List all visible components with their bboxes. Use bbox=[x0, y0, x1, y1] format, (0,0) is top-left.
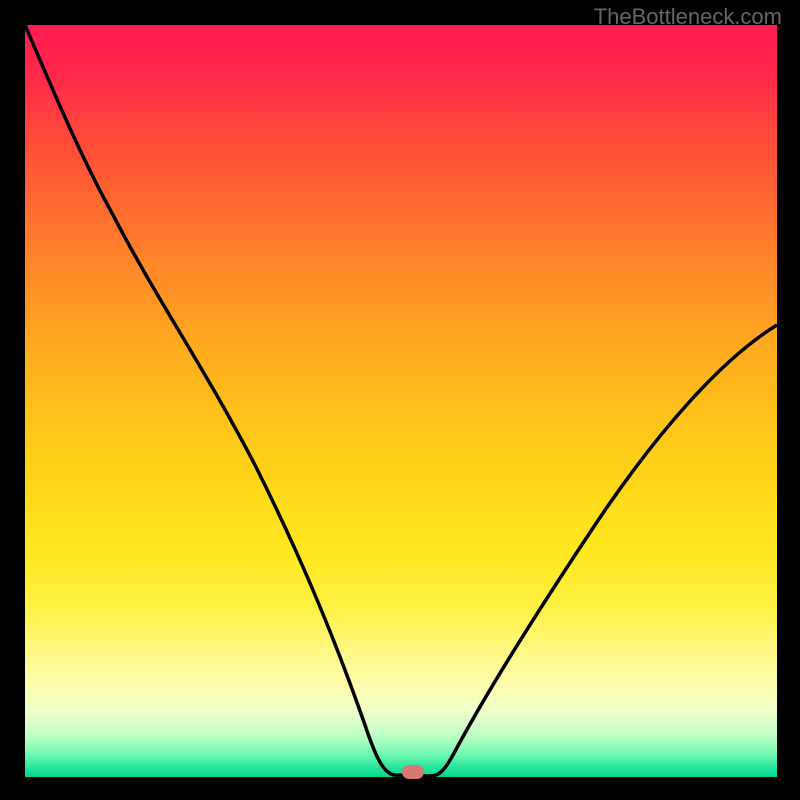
watermark-text: TheBottleneck.com bbox=[594, 4, 782, 30]
bottleneck-curve bbox=[25, 25, 777, 776]
optimal-point-marker bbox=[402, 765, 424, 779]
plot-area bbox=[25, 25, 777, 777]
chart-container: TheBottleneck.com bbox=[0, 0, 800, 800]
curve-svg bbox=[25, 25, 777, 777]
